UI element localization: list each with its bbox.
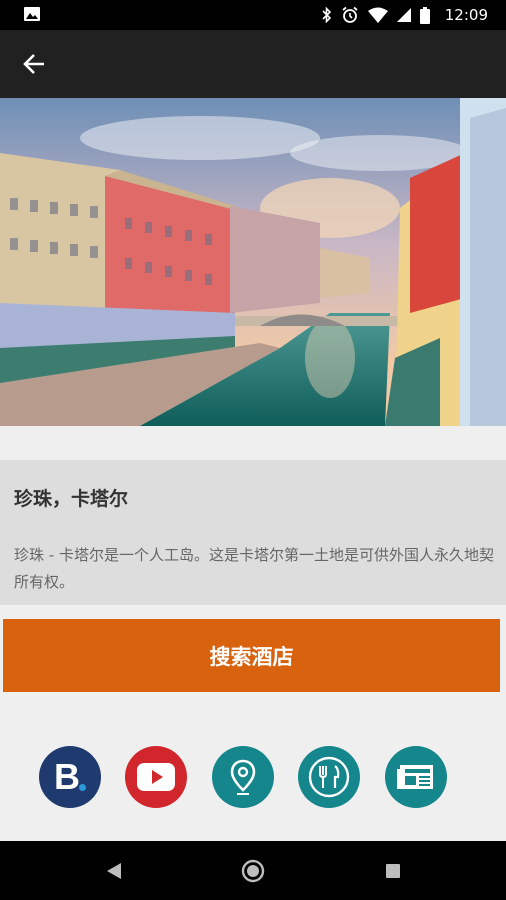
navigation-bar xyxy=(0,841,506,900)
booking-icon: B xyxy=(50,757,90,797)
hero-image xyxy=(0,98,506,426)
map-pin-icon xyxy=(230,759,256,795)
newspaper-icon xyxy=(397,765,433,789)
battery-icon xyxy=(419,6,430,24)
place-description: 珍珠 - 卡塔尔是一个人工岛。这是卡塔尔第一土地是可供外国人永久地契所有权。 xyxy=(14,546,494,591)
app-bar xyxy=(0,30,506,98)
nav-home-button[interactable] xyxy=(223,841,283,900)
circle-home-icon xyxy=(241,859,265,882)
restaurant-icon xyxy=(308,756,350,798)
triangle-back-icon xyxy=(107,862,121,879)
restaurant-button[interactable] xyxy=(298,746,360,808)
image-icon xyxy=(24,7,40,21)
nav-back-button[interactable] xyxy=(84,841,144,900)
square-recents-icon xyxy=(386,863,400,878)
signal-icon xyxy=(396,8,411,22)
bluetooth-icon xyxy=(322,7,331,23)
youtube-button[interactable] xyxy=(125,746,187,808)
map-button[interactable] xyxy=(212,746,274,808)
news-button[interactable] xyxy=(385,746,447,808)
arrow-left-icon xyxy=(23,54,44,74)
status-bar: 12:09 xyxy=(0,0,506,30)
wifi-icon xyxy=(367,7,388,23)
quick-links: B xyxy=(0,746,506,810)
youtube-icon xyxy=(137,763,175,791)
place-info-card: 珍珠，卡塔尔 珍珠 - 卡塔尔是一个人工岛。这是卡塔尔第一土地是可供外国人永久地… xyxy=(0,460,506,605)
status-time: 12:09 xyxy=(444,6,488,24)
place-title: 珍珠，卡塔尔 xyxy=(14,488,129,510)
alarm-icon xyxy=(342,6,358,23)
booking-button[interactable]: B xyxy=(39,746,101,808)
back-button[interactable] xyxy=(14,44,54,84)
search-hotels-button[interactable]: 搜索酒店 xyxy=(3,619,500,692)
nav-recents-button[interactable] xyxy=(363,841,423,900)
